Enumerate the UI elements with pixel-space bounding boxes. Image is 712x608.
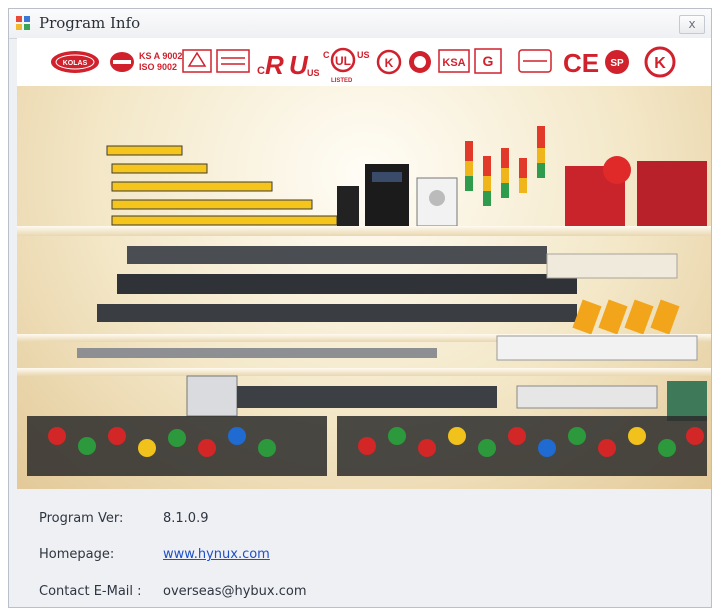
- svg-text:K: K: [385, 56, 394, 70]
- kema-logo: [518, 49, 552, 73]
- signal-tower-lamps: [465, 126, 707, 226]
- certification-logos: KOLAS KS A 9002 ISO 9002 C R U US C UL U…: [17, 38, 711, 86]
- homepage-link[interactable]: www.hynux.com: [163, 547, 270, 562]
- timers-and-relays: [186, 375, 707, 421]
- svg-text:R: R: [265, 50, 284, 80]
- ks-iso-logo: KS A 9002 ISO 9002: [110, 51, 182, 72]
- csa-logo: SP: [605, 50, 629, 74]
- certification-logos-graphic: KOLAS KS A 9002 ISO 9002 C R U US C UL U…: [51, 46, 676, 84]
- svg-text:C: C: [257, 65, 265, 77]
- k-circle-logo: K: [644, 46, 676, 78]
- version-value: 8.1.0.9: [163, 511, 209, 526]
- push-buttons: [27, 416, 707, 476]
- close-button[interactable]: x: [679, 15, 705, 34]
- svg-text:US: US: [357, 50, 370, 60]
- title-bar: Program Info x: [9, 9, 711, 39]
- homepage-label: Homepage:: [39, 547, 115, 562]
- svg-text:KSA: KSA: [442, 57, 465, 69]
- ksa-logo: KSA: [438, 49, 470, 73]
- yellow-counters: [572, 299, 680, 335]
- window-title: Program Info: [39, 14, 141, 32]
- product-banner-image: KOLAS KS A 9002 ISO 9002 C R U US C UL U…: [17, 38, 711, 489]
- close-icon: x: [688, 17, 696, 31]
- email-value: overseas@hybux.com: [163, 584, 307, 599]
- svg-text:UL: UL: [335, 54, 351, 68]
- email-label: Contact E-Mail :: [39, 584, 142, 599]
- k-marks: K: [376, 49, 431, 75]
- svg-text:C: C: [323, 50, 330, 60]
- ks-text: KS A 9002: [139, 51, 182, 61]
- safety-marks: [182, 49, 250, 73]
- program-info-window: Program Info x KOLAS KS A 9002 ISO 9002: [8, 8, 712, 608]
- app-icon: [16, 16, 30, 30]
- ce-logo: CE: [563, 48, 599, 78]
- svg-text:CE: CE: [563, 48, 599, 78]
- light-curtain-sensors: [106, 145, 338, 226]
- kolas-text: KOLAS: [63, 60, 88, 67]
- kab-logo: G: [474, 48, 502, 74]
- shelf-3: [17, 368, 711, 376]
- version-label: Program Ver:: [39, 511, 124, 526]
- svg-text:US: US: [307, 68, 320, 78]
- ul-listed-logo: C UL US LISTED: [323, 47, 370, 84]
- svg-text:U: U: [289, 50, 309, 80]
- ul-recognized-logo: C R U US: [257, 50, 320, 80]
- svg-text:G: G: [483, 53, 494, 69]
- program-info-panel: Program Ver: 8.1.0.9 Homepage: www.hynux…: [17, 489, 711, 607]
- svg-text:K: K: [654, 55, 666, 72]
- svg-text:LISTED: LISTED: [331, 78, 353, 84]
- kolas-logo: KOLAS: [51, 51, 99, 73]
- power-controllers: [337, 164, 458, 227]
- svg-text:SP: SP: [610, 58, 624, 69]
- iso-text: ISO 9002: [139, 62, 177, 72]
- product-photo: [17, 126, 711, 476]
- shelf-1: [17, 226, 711, 236]
